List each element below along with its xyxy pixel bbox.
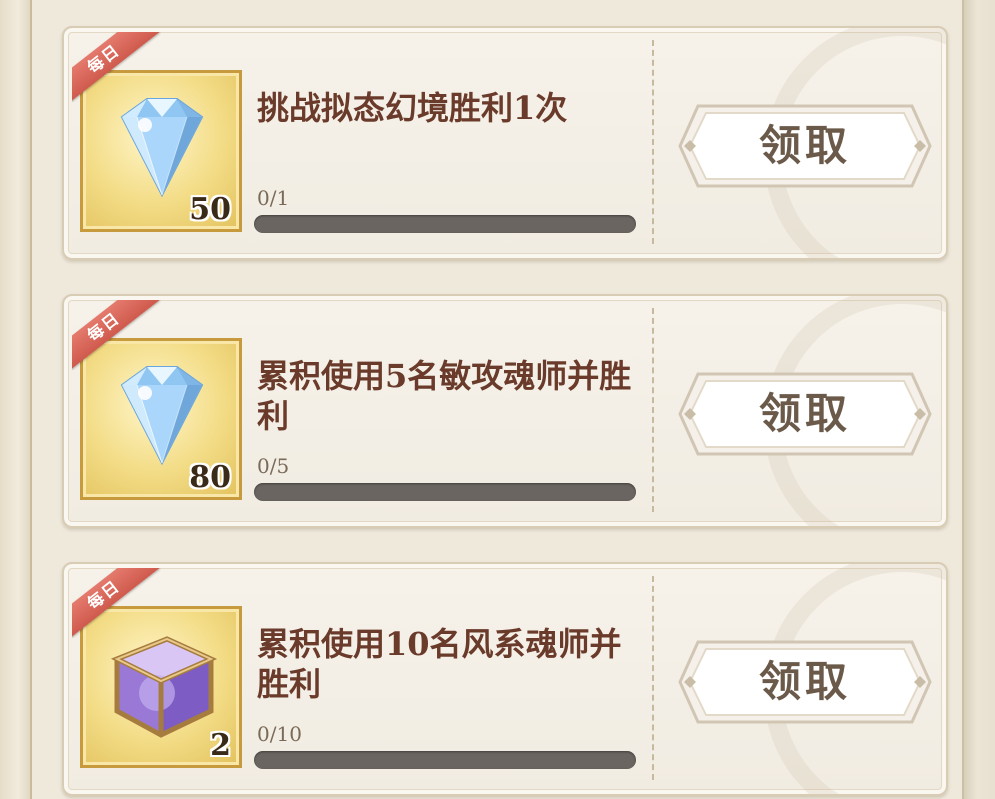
claim-button[interactable]: 领取 bbox=[676, 638, 934, 726]
task-title: 累积使用5名敏攻魂师并胜利 bbox=[257, 357, 632, 435]
card-divider bbox=[652, 308, 654, 512]
diamond-icon bbox=[120, 98, 204, 198]
progress-bar bbox=[254, 215, 636, 233]
scrollbar-track[interactable] bbox=[962, 0, 995, 799]
daily-badge-label: 每日 bbox=[72, 300, 160, 370]
progress-bar bbox=[254, 751, 636, 769]
card-divider bbox=[652, 576, 654, 780]
left-frame-border bbox=[0, 0, 32, 799]
progress-bar bbox=[254, 483, 636, 501]
daily-badge: 每日 bbox=[72, 32, 168, 102]
task-title: 挑战拟态幻境胜利1次 bbox=[257, 89, 568, 127]
claim-button[interactable]: 领取 bbox=[676, 370, 934, 458]
crystal-cube-icon bbox=[110, 636, 218, 738]
claim-button-label: 领取 bbox=[758, 389, 851, 438]
daily-badge-label: 每日 bbox=[72, 568, 160, 638]
diamond-icon bbox=[120, 366, 204, 466]
task-title: 累积使用10名风系魂师并胜利 bbox=[257, 625, 622, 703]
daily-badge: 每日 bbox=[72, 568, 168, 638]
task-card: 每日 80 累积使用5名敏攻魂师并胜利 0/5 领取 bbox=[62, 294, 948, 528]
reward-quantity: 50 bbox=[189, 192, 231, 227]
reward-quantity: 2 bbox=[210, 728, 231, 763]
progress-text: 0/10 bbox=[257, 722, 302, 746]
card-divider bbox=[652, 40, 654, 244]
task-card: 每日 50 挑战拟态幻境胜利1次 0/1 领取 bbox=[62, 26, 948, 260]
claim-button-label: 领取 bbox=[758, 121, 851, 170]
claim-button-label: 领取 bbox=[758, 657, 851, 706]
task-card: 每日 2 累积使用10名风系魂师并胜利 0/10 领取 bbox=[62, 562, 948, 796]
daily-badge: 每日 bbox=[72, 300, 168, 370]
claim-button[interactable]: 领取 bbox=[676, 102, 934, 190]
daily-badge-label: 每日 bbox=[72, 32, 160, 102]
progress-text: 0/1 bbox=[257, 186, 290, 210]
reward-quantity: 80 bbox=[189, 460, 231, 495]
daily-task-list: 每日 50 挑战拟态幻境胜利1次 0/1 领取 每日 80 累积使用5名敏攻魂师… bbox=[40, 0, 960, 799]
progress-text: 0/5 bbox=[257, 454, 290, 478]
